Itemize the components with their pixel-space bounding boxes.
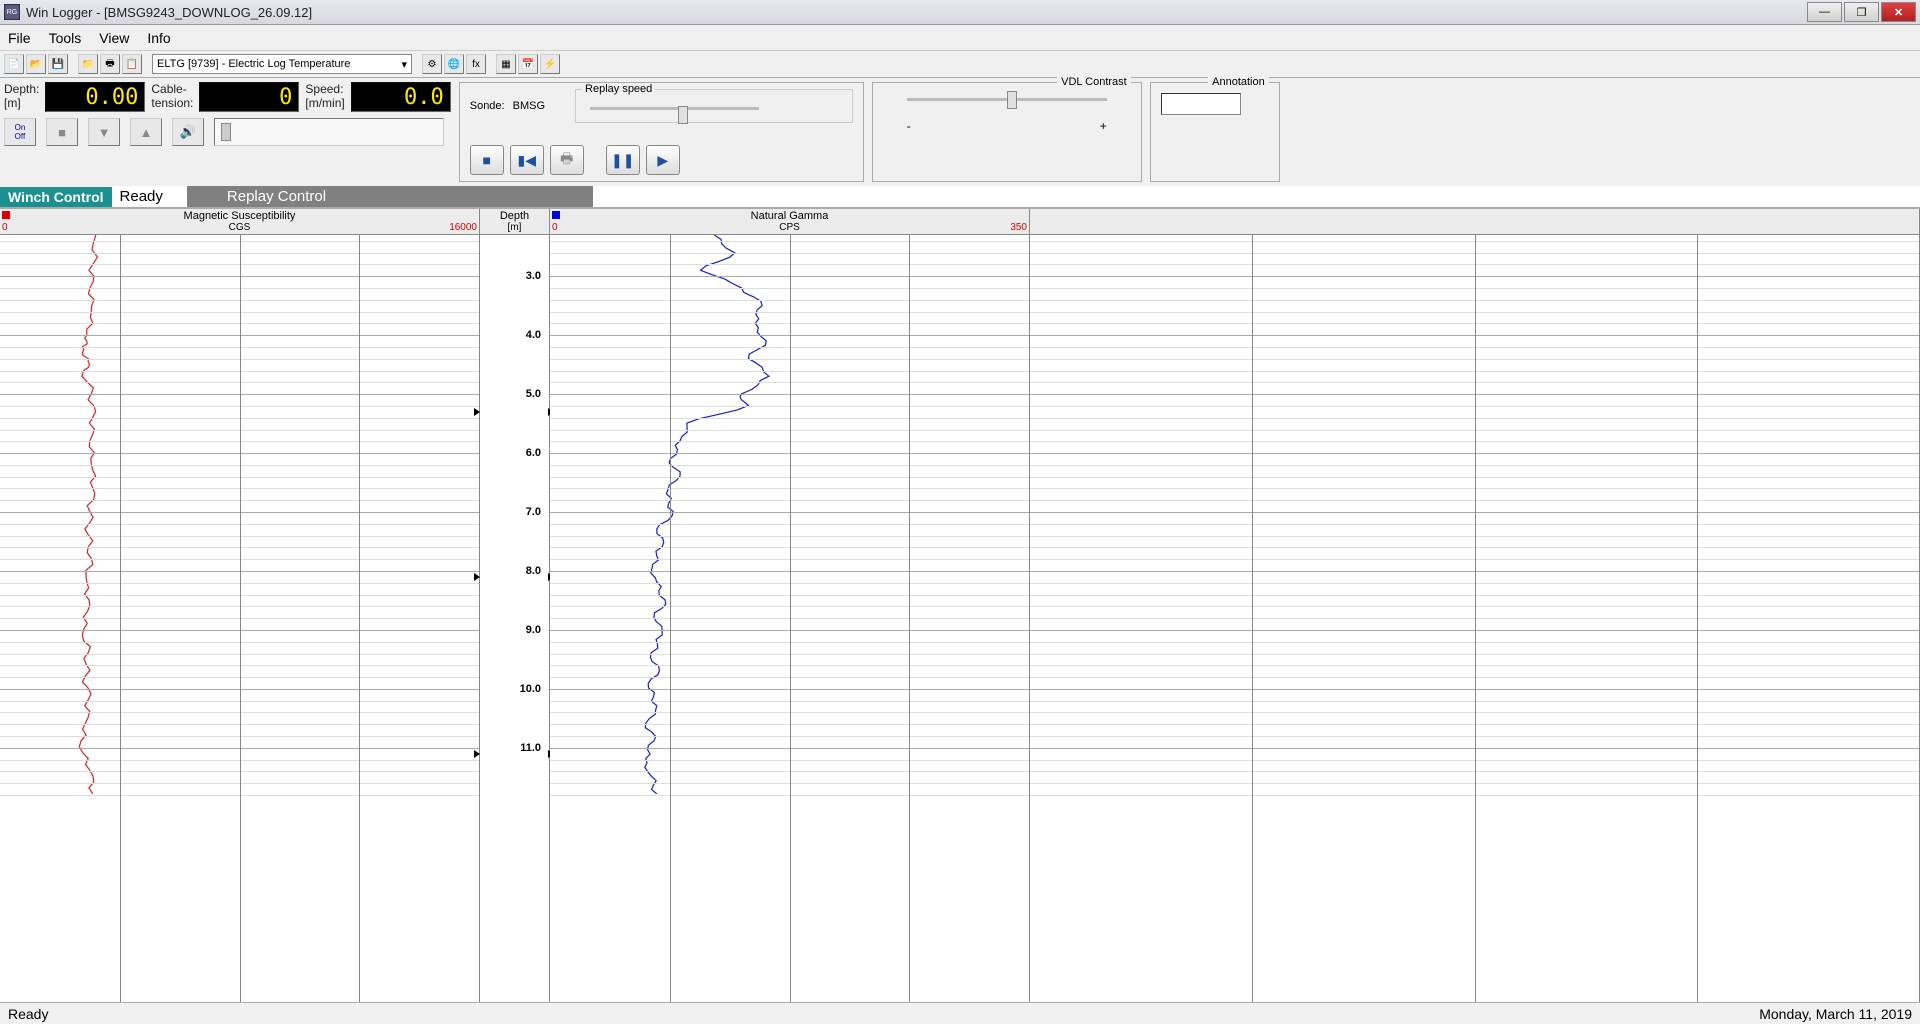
- titlebar: RG Win Logger - [BMSG9243_DOWNLOG_26.09.…: [0, 0, 1920, 25]
- depth-label-3.0: 3.0: [526, 270, 541, 282]
- app-icon: RG: [4, 4, 20, 20]
- gamma-unit: CPS: [550, 222, 1029, 233]
- empty-track: [1030, 209, 1920, 1002]
- statusbar-left: Ready: [8, 1006, 48, 1022]
- vdl-minus: -: [907, 119, 911, 133]
- window-title: Win Logger - [BMSG9243_DOWNLOG_26.09.12]: [26, 5, 1807, 20]
- vdl-label: VDL Contrast: [1057, 76, 1131, 88]
- maximize-button[interactable]: ❐: [1844, 2, 1879, 22]
- minimize-button[interactable]: —: [1807, 2, 1842, 22]
- depth-track: Depth [m] 3.0 4.0 5.0 6.0 7.0 8.0 9.0 10.0 11.0: [480, 209, 550, 1002]
- status-row: Winch Control Ready Replay Control: [0, 186, 1920, 208]
- speed-display: 0.0: [351, 82, 451, 112]
- replay-stop-button[interactable]: ■: [470, 145, 504, 175]
- mag-unit: CGS: [0, 222, 479, 233]
- menu-view[interactable]: View: [99, 30, 129, 46]
- statusbar: Ready Monday, March 11, 2019: [0, 1002, 1920, 1024]
- replay-speed-label: Replay speed: [582, 83, 655, 95]
- menu-file[interactable]: File: [8, 30, 31, 46]
- depth-label-7.0: 7.0: [526, 506, 541, 518]
- depth-label-4.0: 4.0: [526, 329, 541, 341]
- header-icon[interactable]: ▦: [496, 54, 516, 74]
- depth-label-6.0: 6.0: [526, 447, 541, 459]
- print-icon[interactable]: 🖶: [100, 54, 120, 74]
- replay-pause-button[interactable]: ❚❚: [606, 145, 640, 175]
- depth-track-title: Depth: [480, 210, 549, 222]
- replay-play-button[interactable]: ▶: [646, 145, 680, 175]
- sound-button[interactable]: 🔊: [172, 118, 204, 146]
- depth-label-8.0: 8.0: [526, 565, 541, 577]
- gamma-max: 350: [1010, 222, 1027, 233]
- depth-track-unit: [m]: [480, 222, 549, 233]
- depth-label-11.0: 11.0: [520, 742, 541, 754]
- mag-track: Magnetic Susceptibility CGS 0 16000: [0, 209, 480, 1002]
- winch-control-label: Winch Control: [0, 187, 112, 207]
- depth-display: 0.00: [45, 82, 145, 112]
- statusbar-right: Monday, March 11, 2019: [1759, 1006, 1912, 1022]
- tool-select-text: ELTG [9739] - Electric Log Temperature: [157, 58, 350, 70]
- config-icon[interactable]: ⚙: [422, 54, 442, 74]
- sonde-label: Sonde:: [470, 100, 505, 112]
- gamma-title: Natural Gamma: [550, 210, 1029, 222]
- flash-icon[interactable]: ⚡: [540, 54, 560, 74]
- winch-slider[interactable]: [214, 118, 444, 146]
- vdl-panel: VDL Contrast - +: [872, 82, 1142, 182]
- stop-button[interactable]: ■: [46, 118, 78, 146]
- annotation-input[interactable]: [1161, 93, 1241, 115]
- cable-label2: tension:: [151, 96, 193, 110]
- winch-status: Ready: [112, 186, 171, 207]
- page-icon[interactable]: 📋: [122, 54, 142, 74]
- log-area: Magnetic Susceptibility CGS 0 16000 Dept…: [0, 208, 1920, 1002]
- mag-min: 0: [2, 222, 8, 233]
- control-area: Depth: [m] 0.00 Cable- tension: 0 Speed:…: [0, 78, 1920, 186]
- cable-label: Cable-: [151, 82, 193, 96]
- speed-label: Speed:: [305, 82, 344, 96]
- up-arrow-button[interactable]: ▲: [130, 118, 162, 146]
- new-icon[interactable]: 📄: [4, 54, 24, 74]
- calendar-icon[interactable]: 📅: [518, 54, 538, 74]
- depth-label-9.0: 9.0: [526, 624, 541, 636]
- folder-icon[interactable]: 📁: [78, 54, 98, 74]
- vdl-plus: +: [1100, 119, 1107, 133]
- depth-label: Depth:: [4, 82, 39, 96]
- cable-readout: Cable- tension:: [151, 82, 193, 112]
- save-icon[interactable]: 💾: [48, 54, 68, 74]
- down-arrow-button[interactable]: ▼: [88, 118, 120, 146]
- depth-label-10.0: 10.0: [520, 683, 541, 695]
- dropdown-icon: ▾: [401, 58, 407, 71]
- gamma-track: Natural Gamma CPS 0 350: [550, 209, 1030, 1002]
- mag-title: Magnetic Susceptibility: [0, 210, 479, 222]
- annotation-label: Annotation: [1208, 76, 1269, 88]
- browser-icon[interactable]: 🌐: [444, 54, 464, 74]
- annotation-panel: Annotation: [1150, 82, 1280, 182]
- replay-rewind-button[interactable]: ▮◀: [510, 145, 544, 175]
- fx-icon[interactable]: fx: [466, 54, 486, 74]
- menu-info[interactable]: Info: [147, 30, 170, 46]
- open-icon[interactable]: 📂: [26, 54, 46, 74]
- depth-label-5.0: 5.0: [526, 388, 541, 400]
- replay-control-bar: Replay Control: [187, 186, 593, 207]
- menubar: File Tools View Info: [0, 25, 1920, 51]
- depth-unit: [m]: [4, 96, 39, 110]
- speed-readout: Speed: [m/min]: [305, 82, 344, 112]
- depth-readout: Depth: [m]: [4, 82, 39, 112]
- close-button[interactable]: ✕: [1881, 2, 1916, 22]
- speed-unit: [m/min]: [305, 96, 344, 110]
- cable-display: 0: [199, 82, 299, 112]
- onoff-button[interactable]: On Off: [4, 118, 36, 146]
- vdl-slider[interactable]: [907, 89, 1107, 109]
- toolbar: 📄 📂 💾 📁 🖶 📋 ELTG [9739] - Electric Log T…: [0, 51, 1920, 78]
- mag-max: 16000: [449, 222, 477, 233]
- menu-tools[interactable]: Tools: [49, 30, 82, 46]
- tool-select[interactable]: ELTG [9739] - Electric Log Temperature ▾: [152, 54, 412, 74]
- replay-speed-slider[interactable]: [582, 98, 767, 118]
- gamma-min: 0: [552, 222, 558, 233]
- sonde-value: BMSG: [513, 100, 545, 112]
- replay-print-button[interactable]: 🖶: [550, 145, 584, 175]
